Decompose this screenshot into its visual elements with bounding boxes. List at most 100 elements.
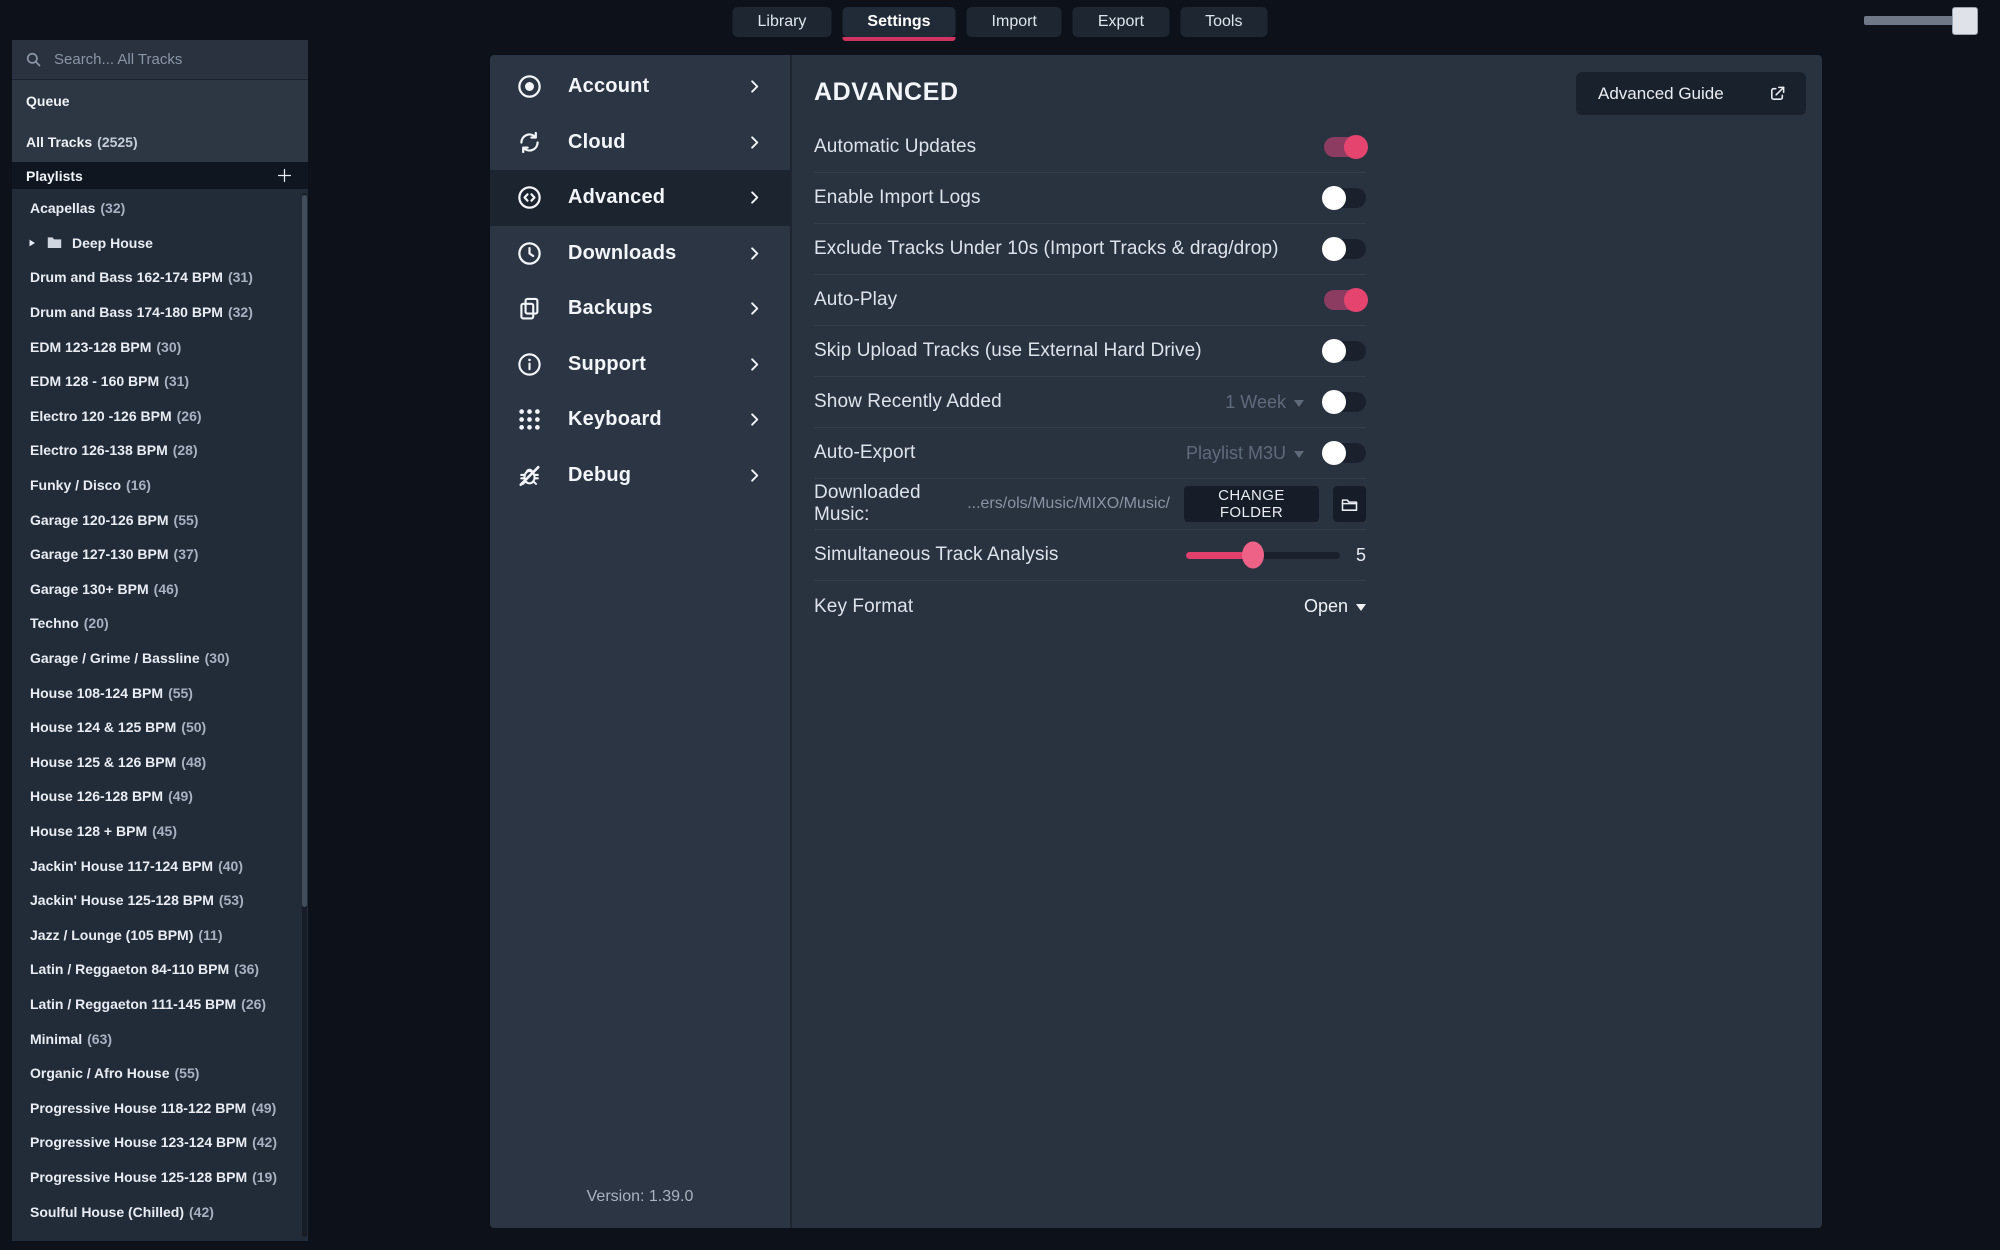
dropdown-select[interactable]: 1 Week <box>1225 392 1304 413</box>
settings-nav-item-account[interactable]: Account <box>490 59 790 115</box>
playlist-item-minimal[interactable]: Minimal(63) <box>12 1021 308 1056</box>
playlist-folder-deep-house[interactable]: Deep House <box>12 226 308 261</box>
playlist-item-latin-reggaeton-111-145-bpm[interactable]: Latin / Reggaeton 111-145 BPM(26) <box>12 987 308 1022</box>
setting-controls <box>1324 137 1366 157</box>
playlist-item-organic-afro-house[interactable]: Organic / Afro House (55) <box>12 1056 308 1091</box>
playlist-item-latin-reggaeton-84-110-bpm[interactable]: Latin / Reggaeton 84-110 BPM(36) <box>12 952 308 987</box>
playlist-count: (20) <box>84 615 109 631</box>
settings-nav-item-advanced[interactable]: Advanced <box>490 170 790 226</box>
settings-nav-item-downloads[interactable]: Downloads <box>490 226 790 282</box>
settings-nav-item-backups[interactable]: Backups <box>490 281 790 337</box>
playlist-item-electro-126-138-bpm[interactable]: Electro 126-138 BPM(28) <box>12 433 308 468</box>
caret-down-icon <box>1294 400 1304 407</box>
advanced-icon <box>516 184 543 211</box>
dropdown-select[interactable]: Open <box>1304 596 1366 617</box>
chevron-right-icon <box>745 299 764 318</box>
settings-nav-label: Debug <box>568 464 631 487</box>
track-analysis-slider[interactable] <box>1186 552 1340 559</box>
playlist-item-edm-123-128-bpm[interactable]: EDM 123-128 BPM(30) <box>12 329 308 364</box>
tab-import[interactable]: Import <box>967 7 1062 37</box>
playlist-count: (55) <box>175 1065 200 1081</box>
downloaded-music-path: ...ers/ols/Music/MIXO/Music/ <box>967 495 1170 513</box>
playlist-count: (31) <box>228 269 253 285</box>
playlist-count: (42) <box>252 1134 277 1150</box>
playlist-item-house-125-126-bpm[interactable]: House 125 & 126 BPM(48) <box>12 745 308 780</box>
playlist-count: (49) <box>168 788 193 804</box>
playlist-name: Soulful House (Dance) <box>30 1238 179 1241</box>
playlist-name: Electro 120 -126 BPM <box>30 408 172 424</box>
playlist-scrollbar-thumb[interactable] <box>302 195 307 907</box>
playlist-name: House 126-128 BPM <box>30 788 163 804</box>
playlist-item-soulful-house-dance[interactable]: Soulful House (Dance)(33) <box>12 1229 308 1241</box>
playlist-item-garage-130-bpm[interactable]: Garage 130+ BPM(46) <box>12 572 308 607</box>
playlist-name: Jackin' House 117-124 BPM <box>30 858 213 874</box>
playlist-item-funky-disco[interactable]: Funky / Disco(16) <box>12 468 308 503</box>
playlist-name: Progressive House 123-124 BPM <box>30 1134 247 1150</box>
toggle-knob <box>1322 441 1346 465</box>
playlist-item-soulful-house-chilled[interactable]: Soulful House (Chilled)(42) <box>12 1194 308 1229</box>
playlists-header: Playlists <box>12 162 308 189</box>
setting-controls <box>1324 188 1366 208</box>
playlist-count: (16) <box>126 477 151 493</box>
playlist-item-progressive-house-125-128-bpm[interactable]: Progressive House 125-128 BPM(19) <box>12 1160 308 1195</box>
setting-row-enable-import-logs: Enable Import Logs <box>814 173 1366 224</box>
sidebar-item-all-tracks[interactable]: All Tracks (2525) <box>12 121 308 162</box>
playlist-item-jackin-house-125-128-bpm[interactable]: Jackin' House 125-128 BPM(53) <box>12 883 308 918</box>
playlist-item-garage-127-130-bpm[interactable]: Garage 127-130 BPM(37) <box>12 537 308 572</box>
toggle-switch[interactable] <box>1324 239 1366 259</box>
change-folder-button[interactable]: CHANGE FOLDER <box>1184 486 1319 522</box>
setting-controls <box>1324 341 1366 361</box>
add-playlist-button[interactable] <box>275 166 294 185</box>
chevron-right-icon <box>745 355 764 374</box>
playlist-name: Garage 120-126 BPM <box>30 512 169 528</box>
playlist-item-progressive-house-118-122-bpm[interactable]: Progressive House 118-122 BPM(49) <box>12 1090 308 1125</box>
playlist-item-garage-grime-bassline[interactable]: Garage / Grime / Bassline(30) <box>12 641 308 676</box>
playlist-item-acapellas[interactable]: Acapellas(32) <box>12 191 308 226</box>
playlist-count: (19) <box>252 1169 277 1185</box>
playlist-item-jackin-house-117-124-bpm[interactable]: Jackin' House 117-124 BPM(40) <box>12 848 308 883</box>
toggle-switch[interactable] <box>1324 188 1366 208</box>
tab-tools[interactable]: Tools <box>1180 7 1267 37</box>
setting-row-key-format: Key FormatOpen <box>814 581 1366 632</box>
tab-library[interactable]: Library <box>733 7 832 37</box>
zoom-slider-handle[interactable] <box>1952 7 1978 35</box>
settings-nav-item-debug[interactable]: Debug <box>490 448 790 504</box>
playlist-item-drum-and-bass-174-180-bpm[interactable]: Drum and Bass 174-180 BPM(32) <box>12 295 308 330</box>
playlist-item-garage-120-126-bpm[interactable]: Garage 120-126 BPM(55) <box>12 502 308 537</box>
slider-knob[interactable] <box>1242 542 1264 569</box>
open-folder-button[interactable] <box>1333 486 1366 522</box>
playlist-item-electro-120-126-bpm[interactable]: Electro 120 -126 BPM(26) <box>12 399 308 434</box>
tab-export[interactable]: Export <box>1073 7 1169 37</box>
zoom-slider[interactable] <box>1864 16 1972 25</box>
playlist-item-techno[interactable]: Techno(20) <box>12 606 308 641</box>
toggle-switch[interactable] <box>1324 443 1366 463</box>
playlist-item-house-128-bpm[interactable]: House 128 + BPM(45) <box>12 814 308 849</box>
playlist-name: Latin / Reggaeton 111-145 BPM <box>30 996 236 1012</box>
advanced-guide-button[interactable]: Advanced Guide <box>1576 72 1806 115</box>
toggle-switch[interactable] <box>1324 341 1366 361</box>
search-input[interactable] <box>52 50 296 69</box>
sidebar-item-queue[interactable]: Queue <box>12 80 308 121</box>
settings-nav-item-support[interactable]: Support <box>490 337 790 393</box>
playlist-item-progressive-house-123-124-bpm[interactable]: Progressive House 123-124 BPM (42) <box>12 1125 308 1160</box>
toggle-switch[interactable] <box>1324 290 1366 310</box>
settings-nav-item-cloud[interactable]: Cloud <box>490 115 790 171</box>
all-tracks-count: (2525) <box>97 134 137 150</box>
playlist-item-drum-and-bass-162-174-bpm[interactable]: Drum and Bass 162-174 BPM(31) <box>12 260 308 295</box>
playlist-name: Organic / Afro House <box>30 1065 170 1081</box>
playlist-item-edm-128-160-bpm[interactable]: EDM 128 - 160 BPM(31) <box>12 364 308 399</box>
playlist-item-house-124-125-bpm[interactable]: House 124 & 125 BPM(50) <box>12 710 308 745</box>
playlist-count: (30) <box>205 650 230 666</box>
toggle-switch[interactable] <box>1324 392 1366 412</box>
settings-nav-item-keyboard[interactable]: Keyboard <box>490 392 790 448</box>
playlist-name: Minimal <box>30 1031 82 1047</box>
dropdown-select[interactable]: Playlist M3U <box>1186 443 1304 464</box>
setting-label: Exclude Tracks Under 10s (Import Tracks … <box>814 238 1279 260</box>
toggle-switch[interactable] <box>1324 137 1366 157</box>
expand-triangle-icon[interactable] <box>27 238 37 248</box>
playlist-item-house-126-128-bpm[interactable]: House 126-128 BPM (49) <box>12 779 308 814</box>
tab-settings[interactable]: Settings <box>842 7 955 37</box>
playlist-item-house-108-124-bpm[interactable]: House 108-124 BPM(55) <box>12 675 308 710</box>
setting-label: Simultaneous Track Analysis <box>814 544 1059 566</box>
playlist-item-jazz-lounge-105-bpm[interactable]: Jazz / Lounge (105 BPM)(11) <box>12 917 308 952</box>
